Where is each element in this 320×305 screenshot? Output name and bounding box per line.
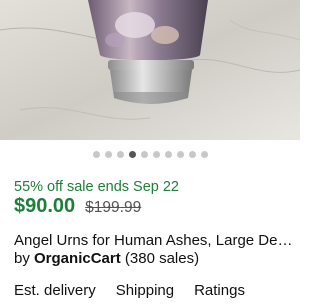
carousel-dot[interactable] — [140, 151, 148, 158]
listing-tabs: Est. delivery Shipping Ratings — [14, 282, 245, 305]
seller-line: by OrganicCart (380 sales) — [14, 250, 199, 267]
current-price: $90.00 — [14, 195, 76, 217]
seller-name-link[interactable]: OrganicCart — [34, 250, 121, 267]
carousel-dot[interactable] — [164, 151, 172, 158]
tab-ratings[interactable]: Ratings — [194, 282, 245, 305]
carousel-dot[interactable] — [104, 151, 112, 158]
seller-sales-count: (380 sales) — [124, 250, 200, 267]
carousel-dot[interactable] — [176, 151, 184, 158]
image-carousel-dots[interactable] — [0, 151, 300, 159]
carousel-dot[interactable] — [200, 151, 208, 158]
sale-banner: 55% off sale ends Sep 22 — [14, 179, 179, 195]
carousel-dot-active[interactable] — [128, 151, 136, 158]
carousel-dot[interactable] — [188, 151, 196, 158]
seller-prefix: by — [14, 250, 30, 267]
carousel-dot[interactable] — [116, 151, 124, 158]
listing-title[interactable]: Angel Urns for Human Ashes, Large Decora… — [14, 232, 296, 249]
price-row: $90.00 $199.99 — [14, 195, 141, 218]
carousel-dot[interactable] — [152, 151, 160, 158]
tab-shipping[interactable]: Shipping — [116, 282, 174, 305]
tab-est-delivery[interactable]: Est. delivery — [14, 282, 96, 305]
product-photo[interactable] — [0, 0, 300, 140]
carousel-dot[interactable] — [92, 151, 100, 158]
original-price: $199.99 — [85, 199, 142, 216]
product-image — [0, 0, 300, 140]
